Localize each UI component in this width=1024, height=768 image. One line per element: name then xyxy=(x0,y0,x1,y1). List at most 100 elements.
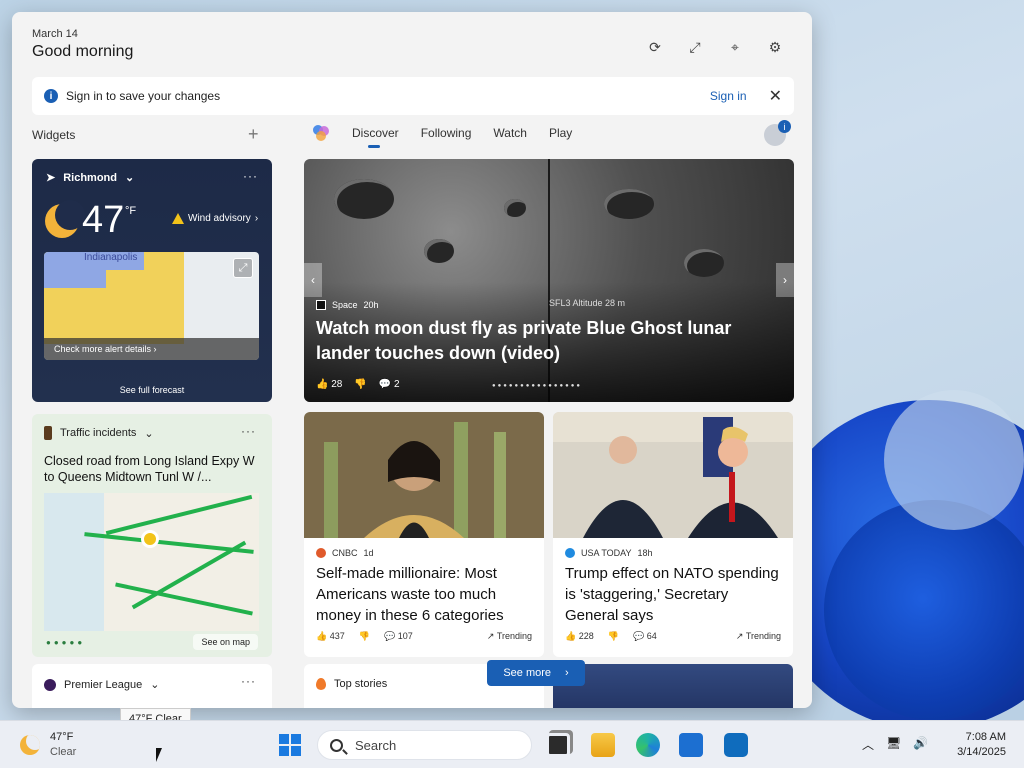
trending-label: Trending xyxy=(496,631,532,641)
alert-details-link[interactable]: Check more alert details › xyxy=(44,338,259,360)
card-title[interactable]: Self-made millionaire: Most Americans wa… xyxy=(316,563,534,626)
tab-following[interactable]: Following xyxy=(421,126,472,140)
task-view-icon[interactable] xyxy=(546,733,570,757)
premier-league-widget[interactable]: Premier League ⌄ ··· xyxy=(32,664,272,708)
tab-discover[interactable]: Discover xyxy=(352,126,399,148)
clock-date: 3/14/2025 xyxy=(957,746,1006,758)
comment-button[interactable]: 💬 2 xyxy=(379,379,400,390)
edge-icon[interactable] xyxy=(636,733,660,757)
news-image xyxy=(304,412,544,538)
expand-icon[interactable]: ⤢ xyxy=(684,36,706,58)
trending-label: Trending xyxy=(745,631,781,641)
refresh-icon[interactable]: ⟳ xyxy=(644,36,666,58)
traffic-incident-title[interactable]: Closed road from Long Island Expy W to Q… xyxy=(44,453,260,485)
card-meta: USA TODAY 18h xyxy=(565,548,653,558)
card-reactions: 👍 437 👎 💬 107 ↗ Trending xyxy=(316,631,532,642)
incident-pin-icon[interactable] xyxy=(141,530,159,548)
signin-bar: i Sign in to save your changes Sign in ✕ xyxy=(32,77,794,115)
signin-message: Sign in to save your changes xyxy=(66,89,221,103)
dislike-icon[interactable]: 👎 xyxy=(608,631,619,642)
see-on-map-button[interactable]: See on map xyxy=(193,634,258,650)
widgets-label: Widgets xyxy=(32,128,76,142)
moon-crater xyxy=(424,239,454,263)
tab-play[interactable]: Play xyxy=(549,126,572,140)
weather-temperature: 47 xyxy=(82,199,125,241)
warning-icon xyxy=(172,213,184,224)
chevron-down-icon: ⌄ xyxy=(125,172,135,184)
traffic-label: Traffic incidents xyxy=(60,427,137,439)
pin-icon[interactable]: ⌖ xyxy=(724,36,746,58)
start-button[interactable] xyxy=(279,734,301,756)
traffic-header[interactable]: Traffic incidents ⌄ xyxy=(44,426,154,440)
location-arrow-icon: ➤ xyxy=(46,172,56,184)
news-card[interactable]: CNBC 1d Self-made millionaire: Most Amer… xyxy=(304,412,544,657)
chevron-right-icon: › xyxy=(254,213,259,224)
tab-watch[interactable]: Watch xyxy=(493,126,527,140)
alert-details-label: Check more alert details xyxy=(54,344,152,354)
taskbar-search[interactable]: Search xyxy=(317,730,532,760)
taskbar-weather-text: 47°F Clear xyxy=(50,730,76,760)
outlook-icon[interactable] xyxy=(724,733,748,757)
hero-title[interactable]: Watch moon dust fly as private Blue Ghos… xyxy=(316,316,756,366)
card-age: 18h xyxy=(637,548,653,558)
weather-location-name: Richmond xyxy=(63,171,117,184)
news-card[interactable]: USA TODAY 18h Trump effect on NATO spend… xyxy=(553,412,793,657)
like-button[interactable]: 👍 437 xyxy=(316,631,345,642)
store-icon[interactable] xyxy=(679,733,703,757)
traffic-widget[interactable]: Traffic incidents ⌄ ··· Closed road from… xyxy=(32,414,272,657)
network-icon[interactable]: 🖥 xyxy=(886,736,901,753)
close-icon[interactable]: ✕ xyxy=(769,86,782,106)
more-options-icon[interactable]: ··· xyxy=(241,674,256,688)
weather-alert-map[interactable]: Indianapolis ⤢ Check more alert details … xyxy=(44,252,259,360)
wind-advisory[interactable]: Wind advisory › xyxy=(172,213,258,224)
weather-location[interactable]: ➤ Richmond ⌄ xyxy=(46,171,135,185)
add-widget-button[interactable]: + xyxy=(248,124,259,145)
premier-league-header[interactable]: Premier League ⌄ xyxy=(44,678,160,691)
more-options-icon[interactable]: ··· xyxy=(241,424,256,438)
like-button[interactable]: 👍 28 xyxy=(316,379,342,390)
comment-count: 2 xyxy=(394,379,400,390)
mouse-cursor-icon xyxy=(156,748,162,762)
dislike-icon[interactable]: 👎 xyxy=(359,631,370,642)
hero-reactions: 👍 28 👎 💬 2 xyxy=(316,379,400,390)
search-icon xyxy=(330,738,343,752)
like-button[interactable]: 👍 228 xyxy=(565,631,594,642)
card-title[interactable]: Trump effect on NATO spending is 'stagge… xyxy=(565,563,783,626)
flame-icon xyxy=(316,678,326,690)
more-options-icon[interactable]: ··· xyxy=(243,169,258,183)
comment-button[interactable]: 💬 107 xyxy=(384,631,413,642)
hero-story[interactable]: ‹ › Space 20h SFL3 Altitude 28 m Watch m… xyxy=(304,159,794,402)
like-count: 28 xyxy=(331,379,343,390)
chevron-up-icon[interactable]: ︿ xyxy=(862,736,874,753)
carousel-dots[interactable]: ●●●●●●●●●●●●●●●● xyxy=(492,383,582,389)
file-explorer-icon[interactable] xyxy=(591,733,615,757)
search-placeholder: Search xyxy=(355,737,397,753)
premier-league-logo-icon xyxy=(44,678,56,691)
map-city-label: Indianapolis xyxy=(84,252,138,263)
see-full-forecast-link[interactable]: See full forecast xyxy=(32,385,272,395)
msn-logo-icon xyxy=(313,125,329,141)
like-count: 228 xyxy=(578,631,594,641)
taskbar-weather[interactable]: 47°F Clear xyxy=(20,730,76,760)
chevron-down-icon: ⌄ xyxy=(150,679,160,691)
volume-icon[interactable]: 🔊 xyxy=(913,736,928,753)
cnbc-logo-icon xyxy=(316,548,326,558)
sports-story-card[interactable] xyxy=(553,664,793,708)
gear-icon[interactable]: ⚙ xyxy=(764,36,786,58)
taskbar-temp: 47°F xyxy=(50,731,74,743)
signin-link[interactable]: Sign in xyxy=(710,89,747,103)
wallpaper-highlight xyxy=(884,390,1024,530)
comment-count: 107 xyxy=(397,631,413,641)
taskbar-clock[interactable]: 7:08 AM 3/14/2025 xyxy=(944,730,1006,760)
card-age: 1d xyxy=(363,548,374,558)
weather-widget[interactable]: ➤ Richmond ⌄ ··· 47 °F Wind advisory › I… xyxy=(32,159,272,402)
expand-map-icon[interactable]: ⤢ xyxy=(233,258,253,278)
see-more-button[interactable]: See more › xyxy=(487,660,585,686)
traffic-map[interactable] xyxy=(44,493,259,631)
comment-button[interactable]: 💬 64 xyxy=(633,631,657,642)
pager-dots[interactable]: ●●●●● xyxy=(46,638,85,647)
trending-badge: ↗ Trending xyxy=(486,631,532,641)
dislike-icon[interactable]: 👎 xyxy=(354,379,366,390)
feed-nav: Discover Following Watch Play xyxy=(312,124,572,148)
windows-logo-tile xyxy=(279,746,289,756)
